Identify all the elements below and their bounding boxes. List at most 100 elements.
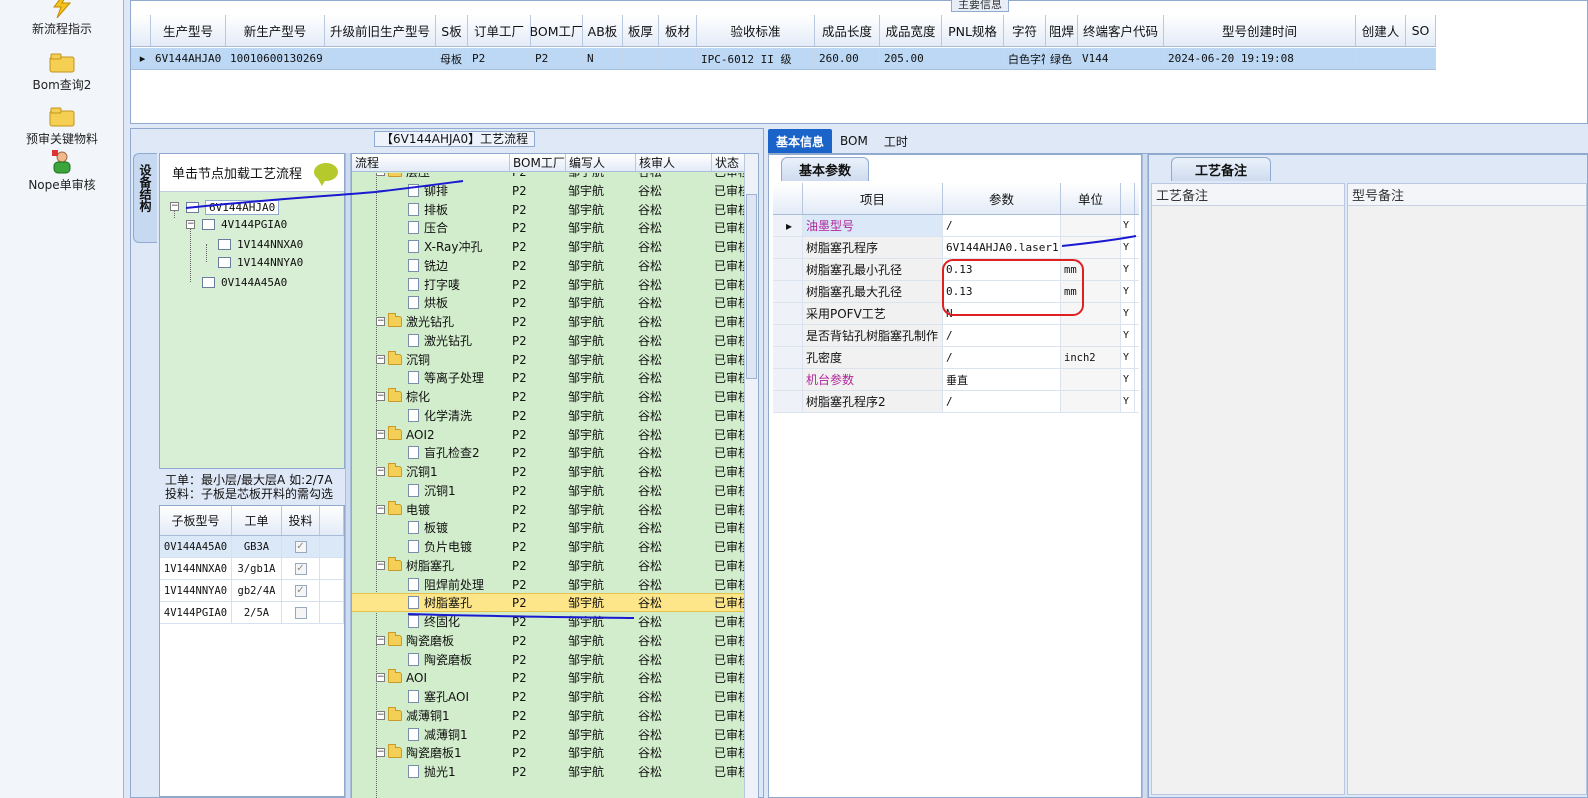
sub-board-row[interactable]: 1V144NNYA0 gb2/4A ✓ <box>160 580 344 602</box>
param-value-cell[interactable]: 0.13 <box>943 259 1061 280</box>
sub-board-row[interactable]: 4V144PGIA0 2/5A <box>160 602 344 624</box>
sub-order-cell[interactable]: 2/5A <box>232 602 282 623</box>
flow-row[interactable]: 化学清洗 P2 邹宇航 谷松 已审核 <box>352 406 744 425</box>
param-value-cell[interactable]: 0.13 <box>943 281 1061 302</box>
collapse-icon[interactable]: − <box>170 202 179 211</box>
flow-row[interactable]: 打字唛 P2 邹宇航 谷松 已审核 <box>352 275 744 294</box>
main-col-header[interactable]: S板 <box>436 15 468 46</box>
main-col-header[interactable]: 订单工厂 <box>468 15 531 46</box>
param-value-cell[interactable]: / <box>943 347 1061 368</box>
process-remark-column[interactable]: 工艺备注 <box>1151 183 1345 795</box>
main-cell[interactable] <box>325 48 436 69</box>
flow-row[interactable]: − AOI2 P2 邹宇航 谷松 已审核 <box>352 425 744 444</box>
main-col-header[interactable]: PNL规格 <box>942 15 1004 46</box>
param-row[interactable]: ▸ 油墨型号 / Y <box>773 215 1139 237</box>
flow-row[interactable]: − 陶瓷磨板1 P2 邹宇航 谷松 已审核 <box>352 743 744 762</box>
main-cell[interactable]: P2 <box>531 48 583 69</box>
collapse-icon[interactable]: − <box>376 673 385 682</box>
flow-row[interactable]: 阻焊前处理 P2 邹宇航 谷松 已审核 <box>352 575 744 594</box>
nav-item-2[interactable]: 预审关键物料 <box>0 104 124 147</box>
collapse-icon[interactable]: − <box>376 505 385 514</box>
main-cell[interactable]: 母板 <box>436 48 468 69</box>
flow-col-header[interactable]: 核审人 <box>636 154 712 171</box>
main-cell[interactable]: P2 <box>468 48 531 69</box>
collapse-icon[interactable]: − <box>376 748 385 757</box>
feed-checkbox[interactable]: ✓ <box>294 584 307 597</box>
main-col-header[interactable]: 字符 <box>1004 15 1046 46</box>
main-cell[interactable]: V144 <box>1078 48 1164 69</box>
main-info-row[interactable]: ▸ 6V144AHJA0 10010600130269 母板 P2 P2 N IPC-6012… <box>131 48 1436 70</box>
main-col-header[interactable]: 成品宽度 <box>880 15 942 46</box>
feed-checkbox[interactable]: ✓ <box>294 540 307 553</box>
sub-order-cell[interactable]: gb2/4A <box>232 580 282 601</box>
flow-row[interactable]: 激光钻孔 P2 邹宇航 谷松 已审核 <box>352 331 744 350</box>
sub-order-cell[interactable]: 3/gb1A <box>232 558 282 579</box>
main-col-header[interactable]: 生产型号 <box>151 15 226 46</box>
nav-item-1[interactable]: Bom查询2 <box>0 50 124 93</box>
flow-row[interactable]: − 树脂塞孔 P2 邹宇航 谷松 已审核 <box>352 556 744 575</box>
main-col-header[interactable]: 板厚 <box>623 15 659 46</box>
flow-col-header[interactable]: BOM工厂 <box>510 154 566 171</box>
flow-row[interactable]: 负片电镀 P2 邹宇航 谷松 已审核 <box>352 537 744 556</box>
sub-board-row[interactable]: 1V144NNXA0 3/gb1A ✓ <box>160 558 344 580</box>
main-cell[interactable]: IPC-6012 II 级 <box>697 48 815 69</box>
param-value-cell[interactable]: / <box>943 391 1061 412</box>
param-row[interactable]: 机台参数 垂直 Y <box>773 369 1139 391</box>
flow-row[interactable]: 树脂塞孔 P2 邹宇航 谷松 已审核 <box>352 593 744 612</box>
param-row[interactable]: 是否背钻孔树脂塞孔制作 / Y <box>773 325 1139 347</box>
flow-row[interactable]: 烘板 P2 邹宇航 谷松 已审核 <box>352 293 744 312</box>
flow-row[interactable]: − 层压 P2 邹宇航 谷松 已审核 <box>352 173 744 181</box>
main-cell[interactable] <box>1356 48 1406 69</box>
collapse-icon[interactable]: − <box>186 220 195 229</box>
flow-row[interactable]: 陶瓷磨板 P2 邹宇航 谷松 已审核 <box>352 650 744 669</box>
main-col-header[interactable]: 验收标准 <box>697 15 815 46</box>
flow-row[interactable]: 板镀 P2 邹宇航 谷松 已审核 <box>352 518 744 537</box>
flow-col-header[interactable]: 编写人 <box>566 154 636 171</box>
collapse-icon[interactable]: − <box>376 355 385 364</box>
flow-row[interactable]: 等离子处理 P2 邹宇航 谷松 已审核 <box>352 368 744 387</box>
collapse-icon[interactable]: − <box>376 467 385 476</box>
param-row[interactable]: 采用POFV工艺 N Y <box>773 303 1139 325</box>
flow-row[interactable]: − AOI P2 邹宇航 谷松 已审核 <box>352 668 744 687</box>
main-cell[interactable]: N <box>583 48 623 69</box>
main-col-header[interactable]: SO <box>1406 15 1436 46</box>
tree-node[interactable]: 1V144NNXA0 <box>218 238 303 251</box>
main-col-header[interactable]: 阻焊 <box>1046 15 1078 46</box>
flow-row[interactable]: − 激光钻孔 P2 邹宇航 谷松 已审核 <box>352 312 744 331</box>
flow-row[interactable]: − 棕化 P2 邹宇航 谷松 已审核 <box>352 387 744 406</box>
params-col-header[interactable]: 参数 <box>943 183 1061 214</box>
main-col-header[interactable]: 升级前旧生产型号 <box>325 15 436 46</box>
param-value-cell[interactable]: / <box>943 325 1061 346</box>
param-row[interactable]: 树脂塞孔最小孔径 0.13 mm Y <box>773 259 1139 281</box>
main-cell[interactable]: 260.00 <box>815 48 880 69</box>
flow-row[interactable]: 抛光1 P2 邹宇航 谷松 已审核 <box>352 762 744 781</box>
tab-basic-params[interactable]: 基本参数 <box>781 157 869 181</box>
flow-row[interactable]: 减薄铜1 P2 邹宇航 谷松 已审核 <box>352 725 744 744</box>
param-value-cell[interactable]: 6V144AHJA0.laser1-2 <box>943 237 1061 258</box>
flow-row[interactable]: − 陶瓷磨板 P2 邹宇航 谷松 已审核 <box>352 631 744 650</box>
flow-row[interactable]: − 电镀 P2 邹宇航 谷松 已审核 <box>352 500 744 519</box>
sub-order-cell[interactable]: GB3A <box>232 536 282 557</box>
tab-device-structure[interactable]: 设备结构 <box>133 153 157 243</box>
main-col-header[interactable]: 型号创建时间 <box>1164 15 1356 46</box>
tree-node[interactable]: 0V144A45A0 <box>202 276 287 289</box>
nav-item-3[interactable]: Nope单审核 <box>0 150 124 193</box>
feed-checkbox[interactable]: ✓ <box>294 562 307 575</box>
main-col-header[interactable]: AB板 <box>583 15 623 46</box>
sub-col-header[interactable]: 工单 <box>232 506 282 535</box>
scroll-thumb[interactable] <box>746 194 757 379</box>
main-cell[interactable] <box>1406 48 1436 69</box>
main-col-header[interactable]: 成品长度 <box>815 15 880 46</box>
flow-row[interactable]: 盲孔检查2 P2 邹宇航 谷松 已审核 <box>352 443 744 462</box>
nav-item-0[interactable]: 新流程指示 <box>0 0 124 37</box>
collapse-icon[interactable]: − <box>376 430 385 439</box>
flow-row[interactable]: − 沉铜 P2 邹宇航 谷松 已审核 <box>352 350 744 369</box>
main-cell[interactable]: 205.00 <box>880 48 942 69</box>
main-cell[interactable]: 白色字符 <box>1004 48 1046 69</box>
params-col-header[interactable]: 项目 <box>803 183 943 214</box>
param-row[interactable]: 树脂塞孔最大孔径 0.13 mm Y <box>773 281 1139 303</box>
params-col-header[interactable]: 单位 <box>1061 183 1121 214</box>
param-row[interactable]: 孔密度 / inch2 Y <box>773 347 1139 369</box>
flow-row[interactable]: 铆排 P2 邹宇航 谷松 已审核 <box>352 181 744 200</box>
main-cell[interactable] <box>623 48 659 69</box>
